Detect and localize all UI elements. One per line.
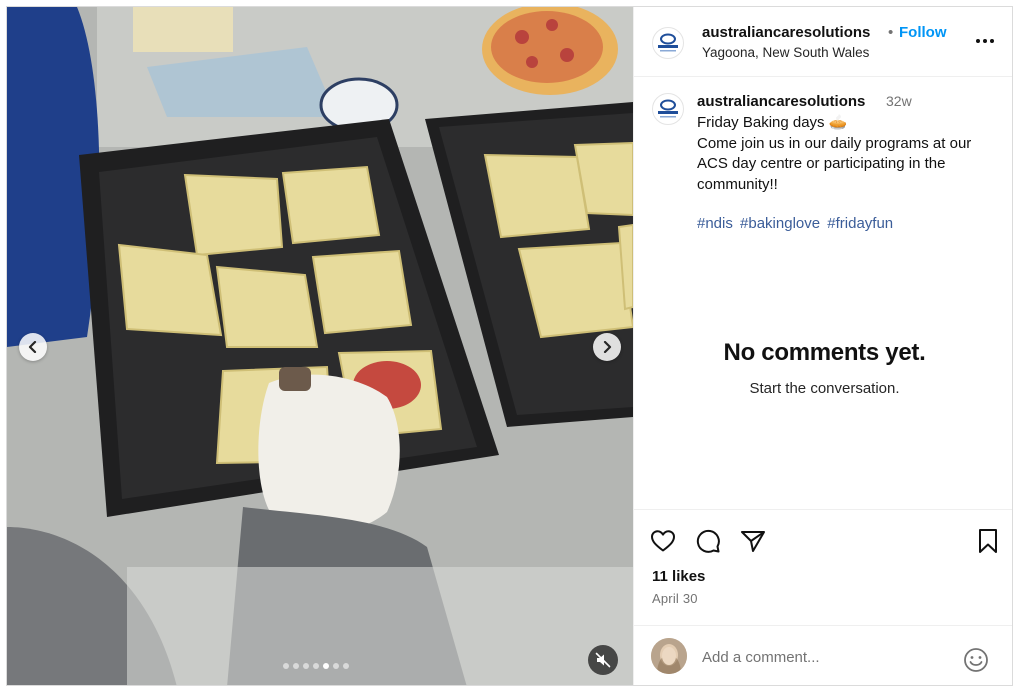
caption-text: Friday Baking days 🥧 Come join us in our…	[697, 114, 972, 193]
comment-composer	[634, 625, 1012, 685]
chevron-right-icon	[603, 341, 612, 353]
next-slide-button[interactable]	[593, 333, 621, 361]
carousel-dot	[293, 663, 299, 669]
post-date[interactable]: April 30	[652, 591, 698, 606]
carousel-dot	[313, 663, 319, 669]
post-dialog: australiancaresolutions • Follow Yagoona…	[6, 6, 1013, 686]
no-comments-subtitle: Start the conversation.	[749, 380, 900, 397]
post-sidebar: australiancaresolutions • Follow Yagoona…	[633, 7, 1012, 685]
smiley-icon	[964, 648, 988, 672]
no-comments-title: No comments yet.	[723, 339, 926, 366]
user-photo	[651, 638, 687, 674]
more-options-button[interactable]	[972, 29, 998, 53]
post-actions: 11 likes April 30	[634, 509, 1012, 625]
carousel-dot	[303, 663, 309, 669]
caption-hashtags: #ndis #bakinglove #fridayfun	[697, 215, 896, 232]
save-button[interactable]	[973, 526, 1003, 556]
post-header: australiancaresolutions • Follow Yagoona…	[634, 7, 1012, 77]
share-button[interactable]	[738, 526, 768, 556]
chevron-left-icon	[28, 341, 37, 353]
paper-plane-icon	[741, 531, 765, 552]
comment-bubble-icon	[696, 529, 720, 553]
comment-button[interactable]	[693, 526, 723, 556]
previous-slide-button[interactable]	[19, 333, 47, 361]
heart-icon	[651, 530, 675, 552]
post-caption: australiancaresolutions 32w Friday Bakin…	[634, 77, 1012, 507]
header-separator: •	[888, 24, 894, 41]
caption-timestamp[interactable]: 32w	[886, 93, 912, 109]
caption-username[interactable]: australiancaresolutions	[697, 93, 865, 110]
carousel-dot	[283, 663, 289, 669]
like-button[interactable]	[648, 526, 678, 556]
current-user-avatar[interactable]	[651, 638, 687, 674]
comment-input[interactable]	[702, 645, 942, 669]
baking-photo	[7, 7, 633, 685]
emoji-picker-button[interactable]	[962, 646, 990, 674]
carousel-dot	[323, 663, 329, 669]
post-location[interactable]: Yagoona, New South Wales	[702, 45, 869, 60]
carousel-dot	[343, 663, 349, 669]
hashtag-link[interactable]: #ndis	[697, 215, 733, 232]
hashtag-link[interactable]: #bakinglove	[740, 215, 820, 232]
hashtag-link[interactable]: #fridayfun	[827, 215, 893, 232]
brand-logo-icon	[658, 99, 678, 118]
speaker-muted-icon	[595, 652, 611, 668]
account-avatar[interactable]	[652, 27, 684, 59]
caption-avatar[interactable]	[652, 93, 684, 125]
mute-toggle-button[interactable]	[588, 645, 618, 675]
more-dots-icon	[976, 39, 994, 43]
carousel-dot	[333, 663, 339, 669]
header-username[interactable]: australiancaresolutions	[702, 24, 870, 41]
bookmark-icon	[979, 529, 997, 553]
post-media[interactable]	[7, 7, 633, 685]
follow-button[interactable]: Follow	[899, 24, 947, 41]
likes-count[interactable]: 11 likes	[652, 568, 705, 585]
brand-logo-icon	[658, 33, 678, 52]
carousel-indicator	[283, 663, 349, 669]
